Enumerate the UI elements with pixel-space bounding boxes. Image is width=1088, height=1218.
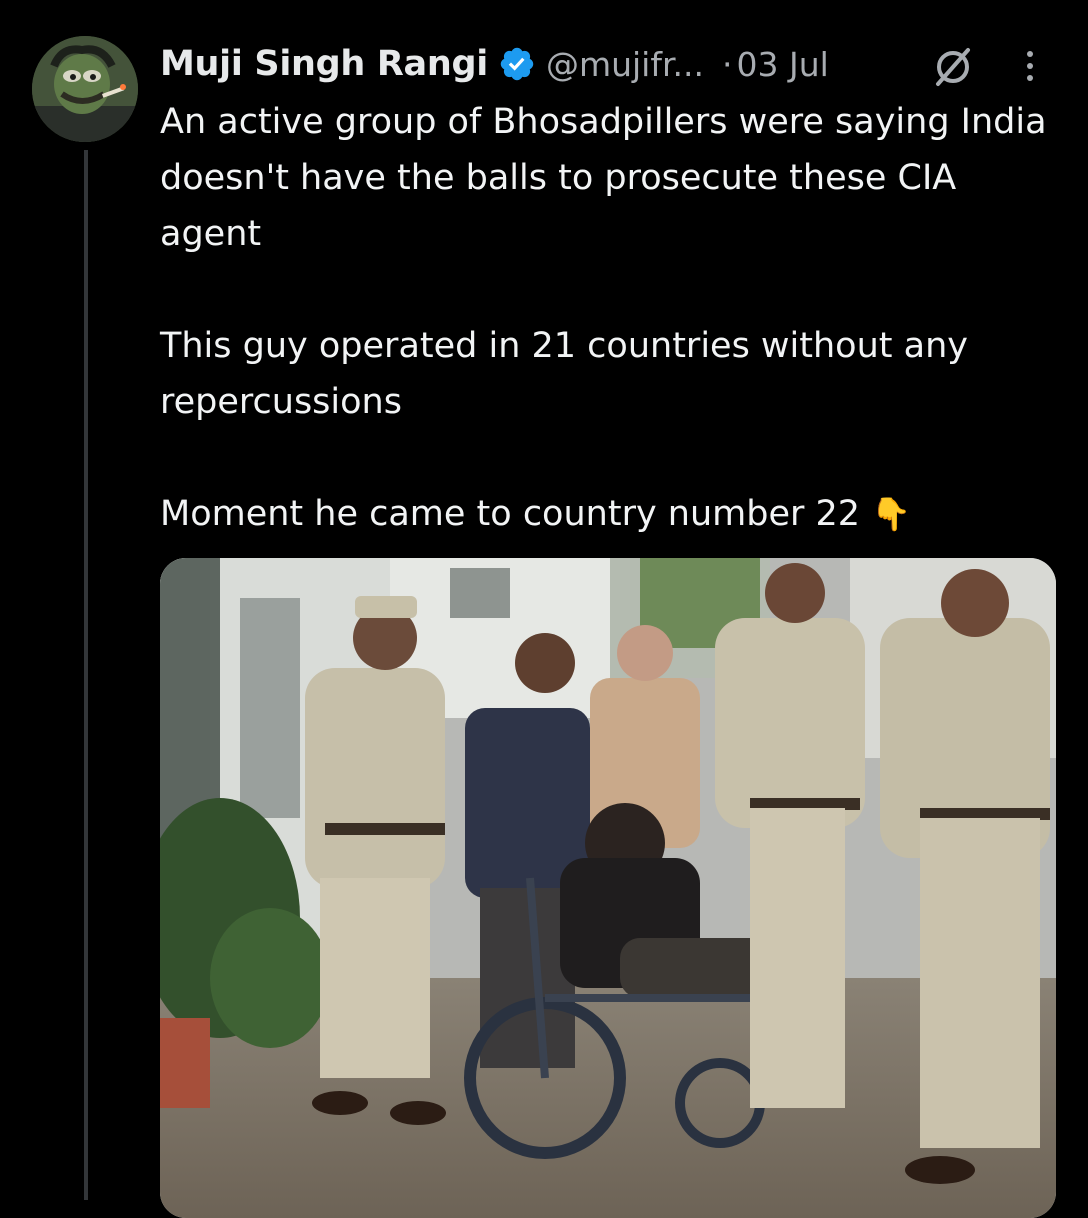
separator-dot: ·: [721, 44, 733, 84]
grok-icon[interactable]: [930, 44, 976, 90]
tweet-paragraph: This guy operated in 21 countries withou…: [160, 326, 968, 422]
tweet-paragraph: An active group of Bhosadpillers were sa…: [160, 102, 1047, 254]
avatar-image: [32, 36, 138, 142]
avatar[interactable]: [32, 36, 138, 142]
tweet-text: An active group of Bhosadpillers were sa…: [160, 94, 1060, 542]
tweet-photo[interactable]: [160, 558, 1056, 1218]
photo-image: [160, 558, 1056, 1218]
display-name[interactable]: Muji Singh Rangi: [160, 44, 488, 84]
tweet-paragraph: Moment he came to country number 22 👇: [160, 486, 1060, 542]
thread-line: [84, 150, 88, 1200]
verified-badge-icon: [498, 45, 536, 83]
tweet[interactable]: Muji Singh Rangi @mujifr... · 03 Jul An …: [160, 36, 1060, 542]
timestamp[interactable]: 03 Jul: [736, 45, 828, 84]
tweet-paragraph-text: Moment he came to country number 22: [160, 494, 861, 534]
more-options-icon[interactable]: [1020, 46, 1040, 86]
tweet-header: Muji Singh Rangi @mujifr... · 03 Jul: [160, 36, 1060, 92]
pointing-down-emoji-icon: 👇: [871, 495, 912, 533]
handle[interactable]: @mujifr...: [546, 45, 704, 84]
